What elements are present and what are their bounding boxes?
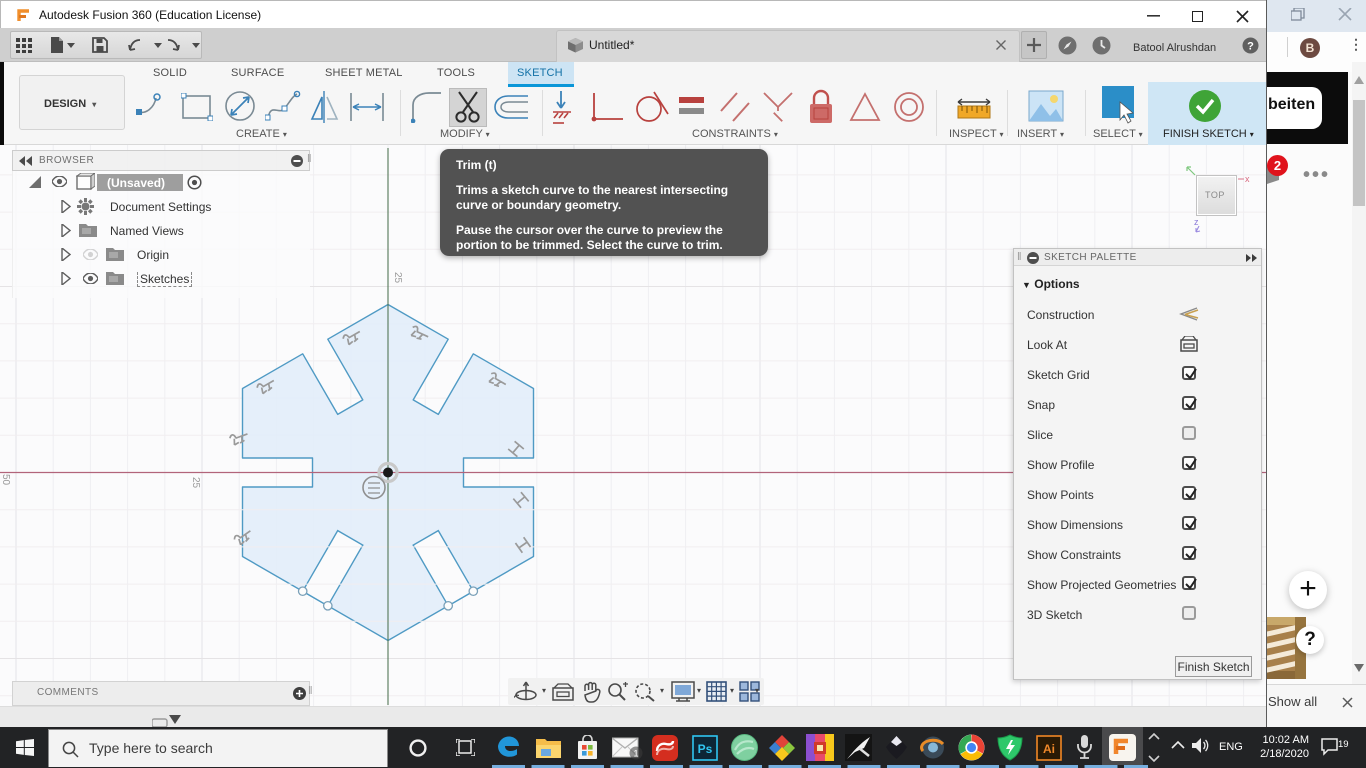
svg-text:1: 1	[633, 749, 638, 759]
svg-text:Ai: Ai	[1043, 742, 1055, 756]
svg-text:Ps: Ps	[698, 742, 713, 756]
svg-text:x: x	[1245, 174, 1250, 184]
svg-text:?: ?	[1247, 41, 1254, 53]
svg-text:z: z	[1194, 217, 1199, 227]
svg-text:19: 19	[1338, 739, 1349, 750]
